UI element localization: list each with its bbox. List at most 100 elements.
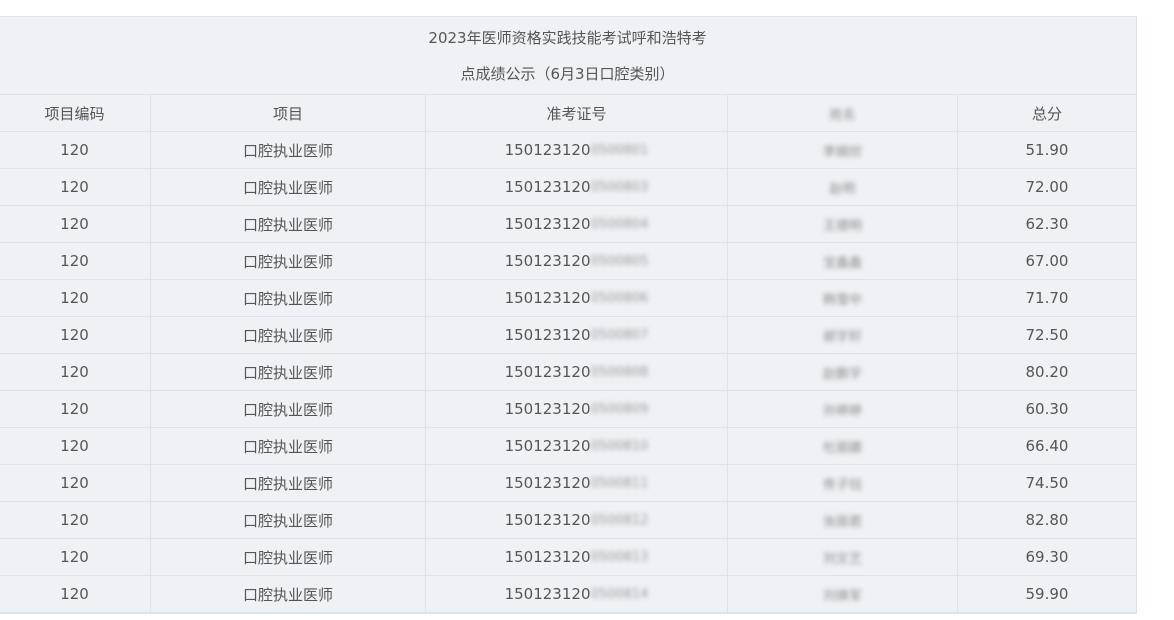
exam-id-suffix-redacted: 0500801 <box>590 142 649 158</box>
exam-id-suffix-redacted: 0500803 <box>590 179 649 195</box>
cell-exam-id: 150123120 0500801 <box>426 132 728 168</box>
name-redacted: 孙婷婷 <box>822 403 862 419</box>
name-redacted: 刘文艺 <box>822 551 862 567</box>
cell-name: 张丽君 <box>728 502 958 538</box>
name-redacted: 张丽君 <box>822 514 862 530</box>
cell-name: 佟子钰 <box>728 465 958 501</box>
cell-code: 120 <box>0 243 151 279</box>
table-body: 120 口腔执业医师 150123120 0500801 李婉欣 51.90 120 口腔执业… <box>0 132 1136 613</box>
cell-code: 120 <box>0 502 151 538</box>
cell-name: 刘文艺 <box>728 539 958 575</box>
cell-score: 67.00 <box>1025 252 1069 270</box>
column-header-name: 姓名 <box>728 95 958 131</box>
cell-score: 66.40 <box>1025 437 1069 455</box>
cell-code: 120 <box>0 169 151 205</box>
exam-id-prefix: 150123120 <box>504 400 591 418</box>
name-redacted: 韩雪中 <box>822 292 862 308</box>
name-redacted: 赵鹏宇 <box>822 366 862 382</box>
name-redacted: 郝宇轩 <box>822 329 862 345</box>
cell-score: 82.80 <box>1025 511 1069 529</box>
cell-code: 120 <box>0 428 151 464</box>
exam-id-prefix: 150123120 <box>504 548 591 566</box>
table-row: 120 口腔执业医师 150123120 0500811 佟子钰 74.50 <box>0 465 1136 502</box>
cell-score: 71.70 <box>1025 289 1069 307</box>
cell-item: 口腔执业医师 <box>151 280 426 316</box>
name-redacted: 刘焕军 <box>822 588 862 604</box>
cell-item: 口腔执业医师 <box>151 169 426 205</box>
cell-score: 69.30 <box>1025 548 1069 566</box>
table-row: 120 口腔执业医师 150123120 0500807 郝宇轩 72.50 <box>0 317 1136 354</box>
cell-name: 王德明 <box>728 206 958 242</box>
exam-id-prefix: 150123120 <box>504 141 591 159</box>
cell-name: 赵鹏宇 <box>728 354 958 390</box>
exam-id-prefix: 150123120 <box>504 215 591 233</box>
exam-id-suffix-redacted: 0500808 <box>590 364 649 380</box>
cell-code: 120 <box>0 206 151 242</box>
exam-id-suffix-redacted: 0500805 <box>590 253 649 269</box>
cell-name: 郝宇轩 <box>728 317 958 353</box>
table-row: 120 口腔执业医师 150123120 0500801 李婉欣 51.90 <box>0 132 1136 169</box>
cell-item: 口腔执业医师 <box>151 576 426 612</box>
cell-score: 72.50 <box>1025 326 1069 344</box>
exam-id-suffix-redacted: 0500811 <box>590 475 649 491</box>
exam-id-prefix: 150123120 <box>504 437 591 455</box>
exam-id-suffix-redacted: 0500809 <box>590 401 649 417</box>
score-table: 2023年医师资格实践技能考试呼和浩特考 点成绩公示（6月3日口腔类别） 项目编… <box>0 16 1137 614</box>
exam-id-suffix-redacted: 0500810 <box>590 438 649 454</box>
cell-code: 120 <box>0 465 151 501</box>
cell-exam-id: 150123120 0500805 <box>426 243 728 279</box>
table-row: 120 口腔执业医师 150123120 0500803 赵明 72.00 <box>0 169 1136 206</box>
exam-id-prefix: 150123120 <box>504 326 591 344</box>
name-redacted: 佟子钰 <box>822 477 862 493</box>
name-redacted: 王德明 <box>822 218 862 234</box>
exam-id-prefix: 150123120 <box>504 252 591 270</box>
exam-id-suffix-redacted: 0500804 <box>590 216 649 232</box>
name-redacted: 李婉欣 <box>822 144 862 160</box>
column-header-score: 总分 <box>1031 104 1062 123</box>
table-row: 120 口腔执业医师 150123120 0500810 杜丽娜 66.40 <box>0 428 1136 465</box>
page: 2023年医师资格实践技能考试呼和浩特考 点成绩公示（6月3日口腔类别） 项目编… <box>0 0 1174 620</box>
table-row: 120 口腔执业医师 150123120 0500813 刘文艺 69.30 <box>0 539 1136 576</box>
table-row: 120 口腔执业医师 150123120 0500805 宝鑫鑫 67.00 <box>0 243 1136 280</box>
cell-name: 孙婷婷 <box>728 391 958 427</box>
cell-exam-id: 150123120 0500804 <box>426 206 728 242</box>
cell-item: 口腔执业医师 <box>151 243 426 279</box>
cell-exam-id: 150123120 0500803 <box>426 169 728 205</box>
cell-score: 51.90 <box>1025 141 1069 159</box>
cell-exam-id: 150123120 0500807 <box>426 317 728 353</box>
cell-name: 赵明 <box>728 169 958 205</box>
exam-id-suffix-redacted: 0500806 <box>590 290 649 306</box>
cell-name: 杜丽娜 <box>728 428 958 464</box>
cell-score: 74.50 <box>1025 474 1069 492</box>
exam-id-prefix: 150123120 <box>504 474 591 492</box>
cell-exam-id: 150123120 0500814 <box>426 576 728 612</box>
cell-exam-id: 150123120 0500808 <box>426 354 728 390</box>
exam-id-prefix: 150123120 <box>504 511 591 529</box>
exam-id-prefix: 150123120 <box>504 289 591 307</box>
exam-id-prefix: 150123120 <box>504 363 591 381</box>
cell-code: 120 <box>0 576 151 612</box>
cell-item: 口腔执业医师 <box>151 539 426 575</box>
cell-exam-id: 150123120 0500806 <box>426 280 728 316</box>
cell-name: 刘焕军 <box>728 576 958 612</box>
exam-id-suffix-redacted: 0500813 <box>590 549 649 565</box>
cell-code: 120 <box>0 280 151 316</box>
cell-score: 60.30 <box>1025 400 1069 418</box>
cell-item: 口腔执业医师 <box>151 354 426 390</box>
cell-exam-id: 150123120 0500813 <box>426 539 728 575</box>
table-title-line-1: 2023年医师资格实践技能考试呼和浩特考 <box>428 29 707 47</box>
column-header-item: 项目 <box>151 95 426 131</box>
name-redacted: 赵明 <box>829 181 856 197</box>
exam-id-prefix: 150123120 <box>504 178 591 196</box>
cell-score: 80.20 <box>1025 363 1069 381</box>
cell-exam-id: 150123120 0500811 <box>426 465 728 501</box>
cell-exam-id: 150123120 0500812 <box>426 502 728 538</box>
cell-item: 口腔执业医师 <box>151 317 426 353</box>
table-title: 2023年医师资格实践技能考试呼和浩特考 点成绩公示（6月3日口腔类别） <box>0 17 1136 95</box>
exam-id-prefix: 150123120 <box>504 585 591 603</box>
cell-name: 宝鑫鑫 <box>728 243 958 279</box>
exam-id-suffix-redacted: 0500807 <box>590 327 649 343</box>
table-header-row: 项目编码 项目 准考证号 姓名 总分 <box>0 95 1136 132</box>
column-header-exam-id: 准考证号 <box>426 95 728 131</box>
table-row: 120 口腔执业医师 150123120 0500806 韩雪中 71.70 <box>0 280 1136 317</box>
